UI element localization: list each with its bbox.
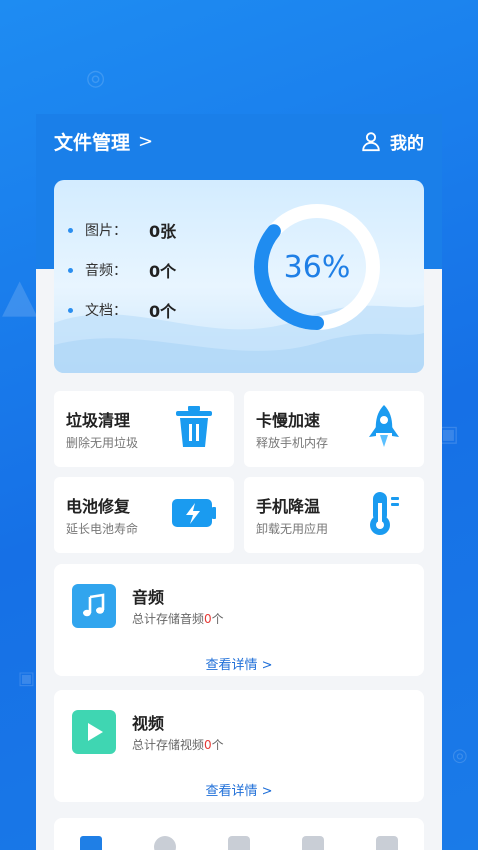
chevron-right-icon: > <box>138 130 154 152</box>
battery-repair-card[interactable]: 电池修复 延长电池寿命 <box>54 477 234 553</box>
trash-icon <box>176 406 212 447</box>
phone-cooling-card[interactable]: 手机降温 卸载无用应用 <box>244 477 424 553</box>
play-glyph <box>88 723 103 741</box>
bullet-dot <box>68 227 73 233</box>
tool-title: 手机降温 <box>256 497 321 516</box>
tool-title: 垃圾清理 <box>66 411 131 430</box>
mine-button[interactable]: 我的 <box>360 129 424 154</box>
storage-percent: 36% <box>283 249 351 285</box>
page-title: 文件管理 <box>54 131 131 154</box>
speed-boost-card[interactable]: 卡慢加速 释放手机内存 <box>244 391 424 467</box>
stat-row-audio: 音频： 0个 <box>68 250 176 290</box>
background-decoration: ◎ <box>86 66 106 91</box>
stat-row-images: 图片： 0张 <box>68 210 176 250</box>
bullet-dot <box>68 267 73 273</box>
transfer-tab-icon[interactable] <box>302 836 324 850</box>
tool-subtitle: 释放手机内存 <box>256 436 329 450</box>
video-card[interactable]: 视频 总计存储视频0个 查看详情 > <box>54 690 424 802</box>
tool-subtitle: 延长电池寿命 <box>66 522 139 536</box>
media-count: 0 <box>204 612 212 626</box>
play-icon <box>72 710 116 754</box>
battery-icon <box>172 499 216 527</box>
stat-value: 0张 <box>149 222 177 241</box>
user-icon <box>362 132 380 152</box>
audio-card[interactable]: 音频 总计存储音频0个 查看详情 > <box>54 564 424 676</box>
tab-bar <box>54 836 424 850</box>
stat-value: 0个 <box>149 302 177 321</box>
thermometer-icon <box>370 492 399 535</box>
view-details-link[interactable]: 查看详情 > <box>54 654 424 673</box>
media-subtitle-text: 总计存储音频 <box>132 612 205 626</box>
app-header: 文件管理 > 我的 <box>54 126 424 156</box>
stat-label: 图片： <box>85 223 127 239</box>
trash-tab-icon[interactable] <box>376 836 398 850</box>
media-title: 视频 <box>132 714 165 733</box>
storage-stats: 图片： 0张 音频： 0个 文档： 0个 <box>68 210 176 330</box>
file-manager-title[interactable]: 文件管理 > <box>54 128 153 155</box>
background-decoration: ▣ <box>18 668 36 689</box>
music-note-icon <box>72 584 116 628</box>
tool-title: 电池修复 <box>66 497 131 516</box>
home-tab-icon[interactable] <box>80 836 102 850</box>
media-subtitle: 总计存储音频0个 <box>132 610 224 627</box>
media-unit: 个 <box>211 612 224 626</box>
storage-overview-card: 图片： 0张 音频： 0个 文档： 0个 36% <box>54 180 424 373</box>
tool-title: 卡慢加速 <box>256 411 321 430</box>
media-title: 音频 <box>132 588 165 607</box>
media-unit: 个 <box>211 738 224 752</box>
mine-label: 我的 <box>390 133 424 154</box>
tool-subtitle: 卸载无用应用 <box>256 522 329 536</box>
music-note-glyph <box>83 593 105 617</box>
media-subtitle-text: 总计存储视频 <box>132 738 205 752</box>
junk-clean-card[interactable]: 垃圾清理 删除无用垃圾 <box>54 391 234 467</box>
background-decoration: ▲ <box>2 268 38 322</box>
stat-row-documents: 文档： 0个 <box>68 290 176 330</box>
stat-label: 文档： <box>85 303 127 319</box>
document-tab-icon[interactable] <box>228 836 250 850</box>
stat-value: 0个 <box>149 262 177 281</box>
rocket-icon <box>369 405 399 447</box>
clock-tab-icon[interactable] <box>154 836 176 850</box>
bullet-dot <box>68 307 73 313</box>
media-subtitle: 总计存储视频0个 <box>132 736 224 753</box>
background-decoration: ◎ <box>452 745 468 766</box>
tool-subtitle: 删除无用垃圾 <box>66 436 139 450</box>
view-details-link[interactable]: 查看详情 > <box>54 780 424 799</box>
media-count: 0 <box>204 738 212 752</box>
stat-label: 音频： <box>85 263 127 279</box>
